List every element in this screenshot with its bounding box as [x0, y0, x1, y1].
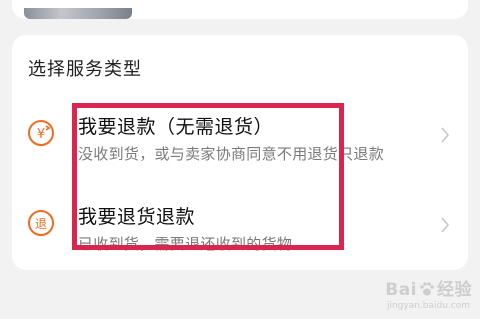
option-title: 我要退货退款 [78, 206, 196, 228]
chevron-right-icon [441, 217, 450, 233]
option-description: 没收到货，或与卖家协商同意不用退货只退款 [78, 145, 385, 163]
watermark-logo: Bai 经验 [385, 275, 472, 300]
option-title: 我要退款（无需退货） [78, 116, 274, 138]
return-refund-icon: 退 [28, 210, 54, 236]
chevron-right-icon [441, 127, 450, 143]
watermark-subtext: jingyan.baidu.com [386, 301, 470, 311]
product-thumbnail [24, 8, 132, 19]
svg-text:退: 退 [35, 217, 47, 231]
watermark-text-left: Bai [385, 280, 417, 300]
watermark-text-right: 经验 [437, 280, 472, 300]
section-title: 选择服务类型 [28, 59, 142, 80]
option-return-and-refund[interactable]: 退 我要退货退款 已收到货，需要退还收到的货物 [12, 188, 468, 262]
svg-text:¥: ¥ [37, 127, 45, 142]
refund-yen-icon: ¥ [28, 120, 54, 146]
paw-icon [420, 282, 434, 296]
option-refund-only[interactable]: ¥ 我要退款（无需退货） 没收到货，或与卖家协商同意不用退货只退款 [12, 98, 468, 172]
option-description: 已收到货，需要退还收到的货物 [78, 235, 293, 253]
